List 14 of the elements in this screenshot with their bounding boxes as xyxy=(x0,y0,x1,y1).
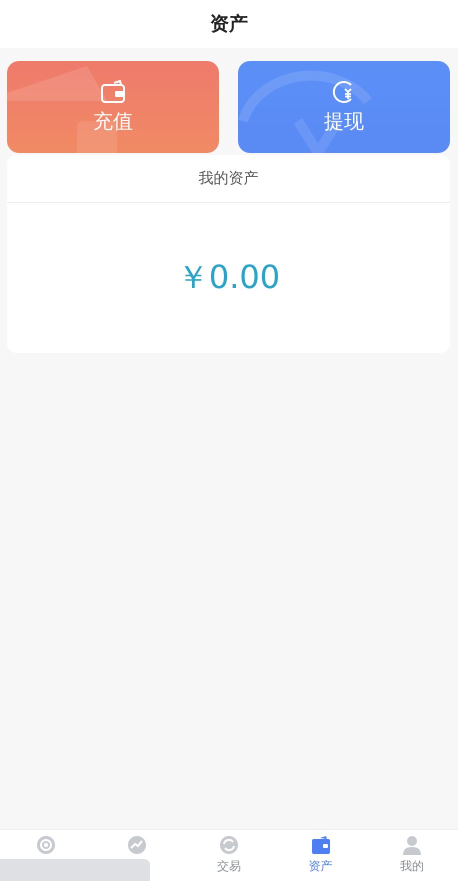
tab-item[interactable]: 资产 xyxy=(274,830,366,881)
trend-icon xyxy=(127,835,148,855)
exchange-icon xyxy=(218,835,239,855)
tab-item[interactable]: 交易 xyxy=(183,830,275,881)
action-card[interactable]: 提现 xyxy=(238,61,450,153)
page-title: 资产 xyxy=(210,12,248,37)
target-icon xyxy=(36,835,56,855)
wallet-icon xyxy=(310,835,331,855)
assets-title: 我的资产 xyxy=(198,169,258,188)
action-card[interactable]: 充值 xyxy=(7,61,219,153)
tab-item[interactable]: 我的 xyxy=(366,830,458,881)
balance-amount: ￥0.00 xyxy=(176,257,280,298)
user-icon xyxy=(402,835,422,855)
wallet-icon xyxy=(100,80,126,104)
